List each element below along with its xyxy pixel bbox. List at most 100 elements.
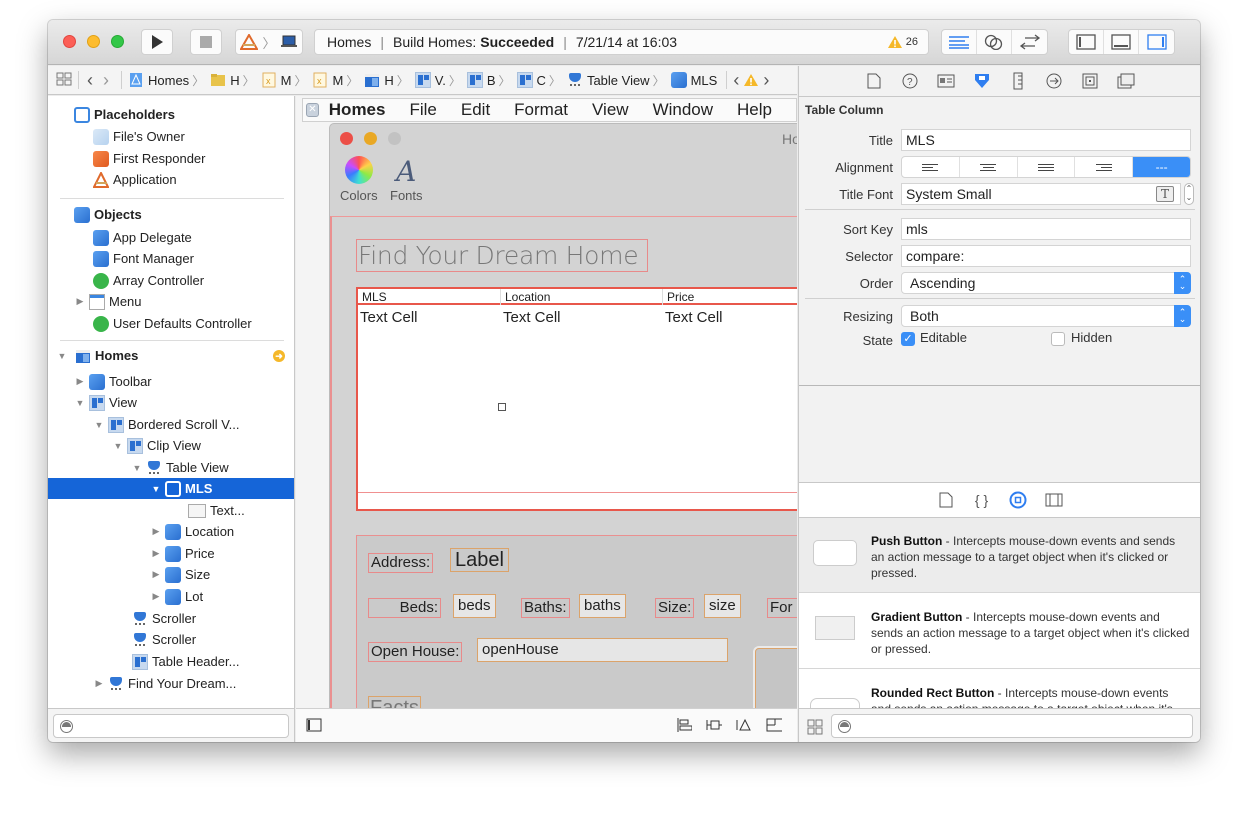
outline-item-scroller[interactable]: Scroller: [48, 608, 294, 629]
next-issue-button[interactable]: ›: [763, 70, 769, 91]
file-inspector-tab[interactable]: [856, 71, 892, 91]
object-library-tab[interactable]: [1000, 491, 1036, 509]
column-header-mls[interactable]: MLS: [358, 289, 387, 305]
font-size-stepper[interactable]: ⌃ ⌄: [1184, 183, 1194, 205]
outline-item-font-manager[interactable]: Font Manager: [48, 248, 294, 269]
toggle-navigator-button[interactable]: [1069, 30, 1104, 54]
scheme-selector[interactable]: 〉: [235, 29, 303, 55]
disclosure-collapsed-icon[interactable]: ▶: [151, 591, 161, 602]
align-natural-button[interactable]: ---: [1133, 157, 1190, 177]
menu-help[interactable]: Help: [737, 100, 772, 120]
open-house-label[interactable]: Open House:: [368, 642, 463, 662]
address-value-label[interactable]: Label: [450, 548, 509, 572]
outline-item-first-responder[interactable]: First Responder: [48, 148, 294, 169]
menu-edit[interactable]: Edit: [461, 100, 490, 120]
pin-icon[interactable]: [706, 718, 722, 732]
disclosure-expanded-icon[interactable]: ▼: [113, 441, 123, 451]
outline-item-homes-window[interactable]: ▼ Homes ➜: [48, 345, 294, 366]
view-effects-inspector-tab[interactable]: [1108, 71, 1144, 91]
media-library-tab[interactable]: [1036, 493, 1072, 507]
menu-format[interactable]: Format: [514, 100, 568, 120]
jump-item-view[interactable]: B 〉: [466, 72, 514, 89]
outline-item-toolbar[interactable]: ▶ Toolbar: [48, 371, 294, 392]
disclosure-collapsed-icon[interactable]: ▶: [151, 526, 161, 537]
forward-button[interactable]: ›: [103, 70, 109, 91]
outline-item-clip-view[interactable]: ▼ Clip View: [48, 435, 294, 456]
disclosure-expanded-icon[interactable]: ▼: [75, 398, 85, 408]
assistant-editor-button[interactable]: [977, 30, 1012, 54]
warning-icon[interactable]: [743, 73, 759, 87]
grid-view-icon[interactable]: [807, 719, 823, 735]
content-view[interactable]: Find Your Dream Home MLS Location Price …: [330, 216, 797, 708]
connections-inspector-tab[interactable]: [1036, 71, 1072, 91]
sort-key-field[interactable]: mls: [901, 218, 1191, 240]
align-right-button[interactable]: [1075, 157, 1134, 177]
minimize-window-button[interactable]: [87, 35, 100, 48]
jump-item-xib[interactable]: x M 〉: [312, 72, 361, 89]
align-icon[interactable]: [676, 718, 692, 732]
outline-item-application[interactable]: Application: [48, 169, 294, 190]
outline-item-price[interactable]: ▶ Price: [48, 543, 294, 564]
warnings-indicator[interactable]: 26: [887, 35, 918, 49]
disclosure-collapsed-icon[interactable]: ▶: [94, 678, 104, 689]
outline-item-lot[interactable]: ▶ Lot: [48, 586, 294, 607]
disclosure-collapsed-icon[interactable]: ▶: [75, 376, 85, 387]
baths-field[interactable]: baths: [579, 594, 626, 618]
outline-item-find-your-dream[interactable]: ▶ Find Your Dream...: [48, 673, 294, 694]
column-header-location[interactable]: Location: [500, 289, 550, 305]
table-cell[interactable]: Text Cell: [501, 309, 561, 326]
outline-item-placeholders[interactable]: Placeholders: [48, 104, 294, 125]
title-font-field[interactable]: System Small T: [901, 183, 1181, 205]
title-field[interactable]: MLS: [901, 129, 1191, 151]
outline-item-scroller[interactable]: Scroller: [48, 629, 294, 650]
close-icon[interactable]: ✕: [306, 103, 319, 117]
library-item-gradient-button[interactable]: Gradient Button - Intercepts mouse-down …: [799, 594, 1200, 669]
zoom-window-button[interactable]: [111, 35, 124, 48]
back-button[interactable]: ‹: [87, 70, 93, 91]
disclosure-expanded-icon[interactable]: ▼: [57, 351, 67, 361]
beds-field[interactable]: beds: [453, 594, 496, 618]
selector-field[interactable]: compare:: [901, 245, 1191, 267]
jump-item-mls[interactable]: MLS: [670, 72, 717, 88]
standard-editor-button[interactable]: [942, 30, 977, 54]
address-label[interactable]: Address:: [368, 553, 434, 573]
outline-filter-input[interactable]: [53, 714, 289, 738]
interface-builder-canvas[interactable]: ✕ Homes File Edit Format View Window Hel…: [296, 96, 797, 708]
headline-label[interactable]: Find Your Dream Home: [356, 239, 648, 272]
stop-button[interactable]: [190, 29, 222, 55]
run-button[interactable]: [141, 29, 173, 55]
table-view[interactable]: MLS Location Price Text Cell Text Cell T…: [356, 287, 797, 511]
align-left-button[interactable]: [902, 157, 960, 177]
object-library-list[interactable]: Push Button - Intercepts mouse-down even…: [799, 518, 1200, 708]
quick-help-tab[interactable]: ?: [892, 71, 928, 91]
resizing-behavior-icon[interactable]: [766, 718, 782, 732]
outline-item-mls[interactable]: ▼ MLS: [48, 478, 294, 499]
column-header-price[interactable]: Price: [662, 289, 694, 305]
menu-file[interactable]: File: [409, 100, 436, 120]
attributes-inspector-tab[interactable]: [964, 71, 1000, 91]
toolbar-item-colors[interactable]: Colors: [340, 156, 378, 203]
version-editor-button[interactable]: [1012, 30, 1047, 54]
beds-label[interactable]: Beds:: [368, 598, 441, 618]
disclosure-expanded-icon[interactable]: ▼: [94, 420, 104, 430]
hidden-checkbox[interactable]: [1051, 332, 1065, 346]
facts-box[interactable]: [753, 646, 797, 708]
facts-label[interactable]: Facts: [368, 696, 421, 708]
resizing-popup[interactable]: Both ⌃ ⌄: [901, 305, 1191, 327]
resize-handle[interactable]: [498, 403, 506, 411]
outline-item-table-header[interactable]: Table Header...: [48, 651, 294, 672]
outline-item-menu[interactable]: ▶ Menu: [48, 291, 294, 312]
disclosure-expanded-icon[interactable]: ▼: [151, 484, 161, 494]
order-popup[interactable]: Ascending ⌃ ⌄: [901, 272, 1191, 294]
baths-label[interactable]: Baths:: [521, 598, 570, 618]
size-inspector-tab[interactable]: [1000, 71, 1036, 91]
bindings-inspector-tab[interactable]: [1072, 71, 1108, 91]
menu-window[interactable]: Window: [653, 100, 713, 120]
resolve-auto-layout-icon[interactable]: [736, 718, 752, 732]
jump-item-folder[interactable]: H 〉: [210, 72, 257, 89]
toggle-outline-icon[interactable]: [306, 718, 322, 732]
previous-issue-button[interactable]: ‹: [733, 70, 739, 91]
disclosure-expanded-icon[interactable]: ▼: [132, 463, 142, 473]
details-view[interactable]: Address: Label Beds: beds Baths: baths S…: [356, 535, 797, 708]
code-snippets-tab[interactable]: { }: [964, 492, 1000, 508]
